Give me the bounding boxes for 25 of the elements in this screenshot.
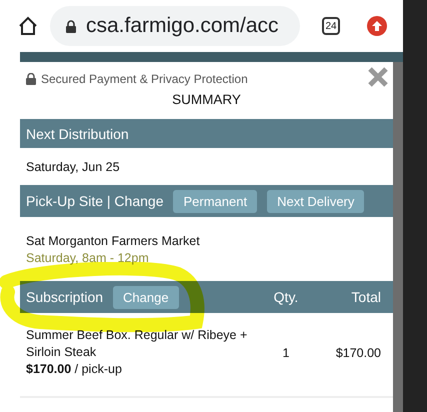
tab-count-button[interactable]: 24: [322, 17, 340, 35]
pickup-site-name: Sat Morganton Farmers Market: [26, 234, 201, 248]
column-header: Subscription: [26, 289, 104, 305]
dialog-title: SUMMARY: [171, 91, 242, 109]
lock-icon: [66, 20, 76, 32]
change-button[interactable]: Change: [113, 286, 179, 308]
upload-icon[interactable]: [366, 15, 388, 37]
section-title: Pick-Up Site | Change: [26, 193, 164, 209]
pickup-option-button[interactable]: Permanent: [173, 190, 258, 212]
section-title: Next Distribution: [26, 126, 129, 142]
close-icon[interactable]: [367, 66, 389, 88]
total-cell-text: $170.00: [334, 346, 381, 360]
pickup-option-button[interactable]: Next Delivery: [267, 190, 364, 212]
product-price: $170.00 / pick-up: [26, 361, 123, 378]
url-text: csa.farmigo.com/acc: [86, 14, 279, 38]
column-header: Qty.: [272, 289, 300, 305]
lock-icon: [26, 73, 36, 85]
security-note: Secured Payment & Privacy Protection: [41, 72, 248, 86]
quantity-cell-text: 1: [282, 346, 290, 360]
home-icon[interactable]: [18, 16, 38, 36]
address-bar[interactable]: csa.farmigo.com/acc: [50, 6, 300, 46]
pickup-hours: Saturday, 8am - 12pm: [26, 250, 150, 264]
product-name: Summer Beef Box. Regular w/ Ribeye + Sirloin Steak: [26, 327, 248, 361]
distribution-date: Saturday, Jun 25: [26, 160, 120, 174]
column-header: Total: [350, 289, 381, 305]
